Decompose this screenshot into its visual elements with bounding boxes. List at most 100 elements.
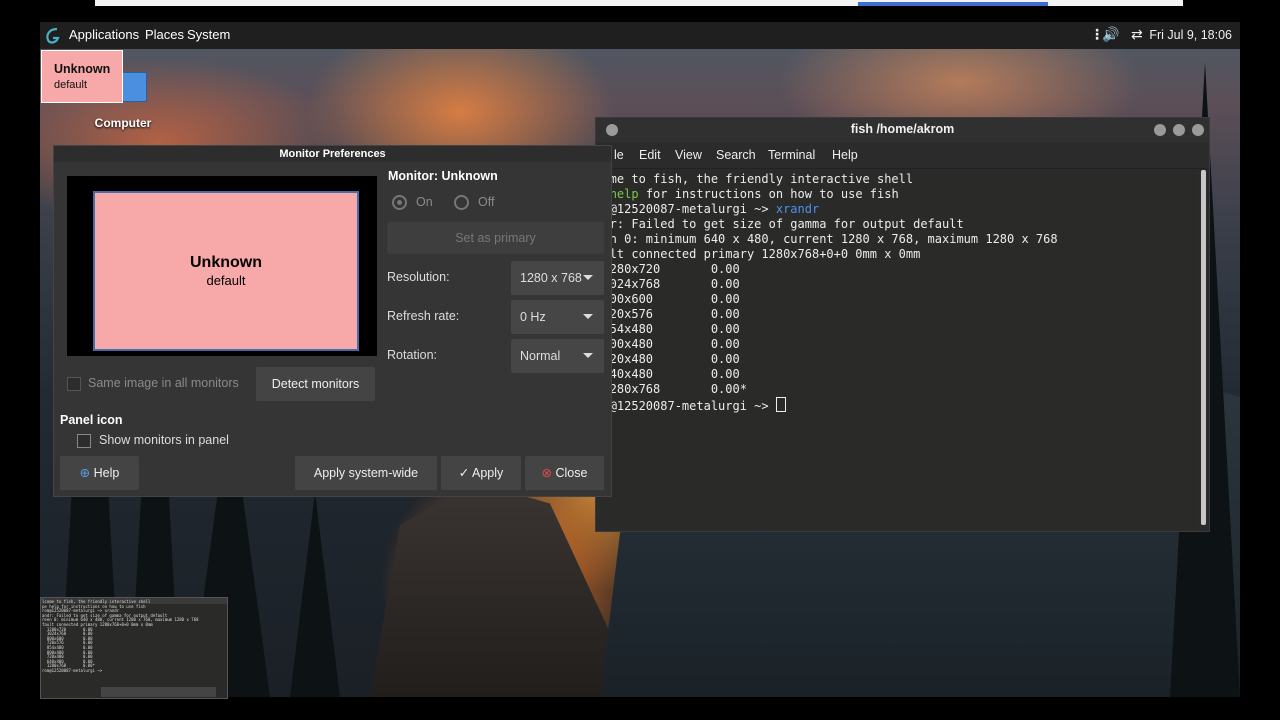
close-icon[interactable] — [1192, 124, 1204, 136]
monitor-prefs-title[interactable]: Monitor Preferences — [54, 146, 611, 162]
terminal-menu-terminal[interactable]: Terminal — [768, 148, 815, 162]
distro-logo-icon[interactable] — [43, 26, 63, 46]
terminal-menu-help[interactable]: Help — [832, 148, 858, 162]
apply-system-wide-button[interactable]: Apply system-wide — [295, 456, 437, 490]
identify-name: Unknown — [54, 62, 111, 76]
thumbnail-content: lcome to fish, the friendly interactive … — [42, 599, 199, 673]
on-radio-label: On — [416, 195, 433, 209]
terminal-line: rom@12520087-metalurgi ~> xrandr — [596, 202, 1058, 217]
check-icon: ✓ — [458, 466, 470, 480]
terminal-text: @12520087-metalurgi ~> — [609, 399, 776, 413]
terminal-line: 1280x768 0.00* — [596, 382, 1058, 397]
off-radio[interactable] — [454, 195, 469, 210]
active-tab-highlight — [858, 2, 1048, 6]
top-panel: Applications Places System ⋮ 🔊 ⇄ Fri Jul… — [40, 22, 1240, 49]
terminal-text: 720x576 0.00 — [596, 307, 740, 321]
terminal-menu-view[interactable]: View — [675, 148, 702, 162]
terminal-text: 640x480 0.00 — [596, 367, 740, 381]
rotation-label: Rotation: — [387, 348, 438, 362]
maximize-icon[interactable] — [1173, 124, 1185, 136]
clock[interactable]: Fri Jul 9, 18:06 — [1149, 28, 1232, 42]
volume-icon[interactable]: 🔊 — [1102, 27, 1119, 43]
terminal-thumbnail[interactable]: lcome to fish, the friendly interactive … — [40, 597, 228, 699]
set-as-primary-button[interactable]: Set as primary — [387, 222, 604, 254]
terminal-window[interactable]: fish /home/akrom le Edit View Search Ter… — [595, 117, 1210, 532]
terminal-line: 640x480 0.00 — [596, 367, 1058, 382]
chevron-down-icon — [583, 314, 593, 319]
terminal-menubar: le Edit View Search Terminal Help — [596, 142, 1209, 169]
terminal-line: 800x480 0.00 — [596, 337, 1058, 352]
system-menu[interactable]: System — [187, 27, 230, 42]
resolution-label: Resolution: — [387, 270, 450, 284]
thumbnail-button[interactable] — [101, 687, 216, 697]
places-menu[interactable]: Places — [145, 27, 184, 42]
chevron-down-icon — [583, 353, 593, 358]
monitor-preferences-window[interactable]: Monitor Preferences Unknown default Moni… — [53, 145, 612, 497]
terminal-text: 800x480 0.00 — [596, 337, 740, 351]
monitor-name-heading: Monitor: Unknown — [388, 169, 498, 183]
preview-monitor-name: Unknown — [190, 254, 262, 271]
monitor-layout-preview[interactable]: Unknown default — [67, 176, 377, 356]
preview-monitor-sub: default — [206, 273, 246, 288]
same-image-label: Same image in all monitors — [88, 376, 239, 390]
terminal-line: fault connected primary 1280x768+0+0 0mm… — [596, 247, 1058, 262]
detect-monitors-button[interactable]: Detect monitors — [256, 367, 375, 401]
close-button-label: Close — [555, 466, 588, 480]
terminal-line: lcome to fish, the friendly interactive … — [596, 172, 1058, 187]
applications-menu[interactable]: Applications — [69, 27, 139, 42]
monitor-preview-screen[interactable]: Unknown default — [93, 191, 359, 351]
terminal-scrollbar[interactable] — [1201, 170, 1206, 525]
identify-sub: default — [54, 79, 88, 91]
terminal-line: 720x576 0.00 — [596, 307, 1058, 322]
same-image-checkbox[interactable] — [67, 377, 81, 391]
on-radio[interactable] — [392, 195, 407, 210]
refresh-rate-label: Refresh rate: — [387, 309, 460, 323]
terminal-text: xrandr — [775, 202, 820, 216]
terminal-title: fish /home/akrom — [850, 122, 955, 136]
terminal-menu-edit[interactable]: Edit — [639, 148, 661, 162]
tree — [290, 492, 340, 697]
terminal-text: 854x480 0.00 — [596, 322, 740, 336]
terminal-line: 720x480 0.00 — [596, 352, 1058, 367]
terminal-menu-file[interactable]: le — [614, 148, 624, 162]
terminal-text: 1280x720 0.00 — [596, 262, 740, 276]
terminal-lines: lcome to fish, the friendly interactive … — [596, 172, 1058, 414]
terminal-line: 800x600 0.00 — [596, 292, 1058, 307]
resolution-select[interactable]: 1280 x 768 — [511, 261, 604, 295]
terminal-text: @12520087-metalurgi ~> — [609, 202, 776, 216]
terminal-text: reen 0: minimum 640 x 480, current 1280 … — [596, 232, 1058, 246]
show-in-panel-checkbox[interactable] — [77, 434, 91, 448]
apply-button[interactable]: ✓ Apply — [441, 456, 521, 490]
terminal-output[interactable]: lcome to fish, the friendly interactive … — [596, 169, 1196, 529]
terminal-text: lcome to fish, the friendly interactive … — [596, 172, 914, 186]
rotation-value: Normal — [520, 349, 561, 363]
panel-icon-heading: Panel icon — [60, 413, 123, 427]
rotation-select[interactable]: Normal — [511, 339, 604, 373]
monitor-identify-label: Unknown default — [41, 50, 123, 103]
terminal-text: andr: Failed to get size of gamma for ou… — [596, 217, 964, 231]
terminal-text: for instructions on how to use fish — [638, 187, 899, 201]
browser-tab-strip — [95, 0, 1183, 6]
show-in-panel-label: Show monitors in panel — [99, 433, 229, 447]
help-button[interactable]: ⊕ Help — [60, 456, 139, 490]
terminal-menu-search[interactable]: Search — [716, 148, 756, 162]
refresh-rate-select[interactable]: 0 Hz — [511, 300, 604, 334]
terminal-line: rom@12520087-metalurgi ~> — [596, 397, 1058, 414]
minimize-icon[interactable] — [1154, 124, 1166, 136]
terminal-text: 1280x768 0.00* — [596, 382, 747, 396]
apply-button-label: Apply — [472, 466, 504, 480]
help-icon: ⊕ — [79, 466, 91, 480]
terminal-text: fault connected primary 1280x768+0+0 0mm… — [596, 247, 921, 261]
terminal-line: 1024x768 0.00 — [596, 277, 1058, 292]
close-circle-icon: ⊗ — [541, 466, 553, 480]
terminal-line: 1280x720 0.00 — [596, 262, 1058, 277]
terminal-titlebar[interactable]: fish /home/akrom — [596, 118, 1209, 142]
computer-icon-label[interactable]: Computer — [88, 116, 158, 130]
off-radio-label: Off — [478, 195, 495, 209]
network-icon[interactable]: ⇄ — [1131, 27, 1143, 43]
close-button[interactable]: ⊗ Close — [525, 456, 604, 490]
terminal-line: pe help for instructions on how to use f… — [596, 187, 1058, 202]
terminal-text: 720x480 0.00 — [596, 352, 740, 366]
terminal-line: reen 0: minimum 640 x 480, current 1280 … — [596, 232, 1058, 247]
resolution-value: 1280 x 768 — [520, 271, 582, 285]
